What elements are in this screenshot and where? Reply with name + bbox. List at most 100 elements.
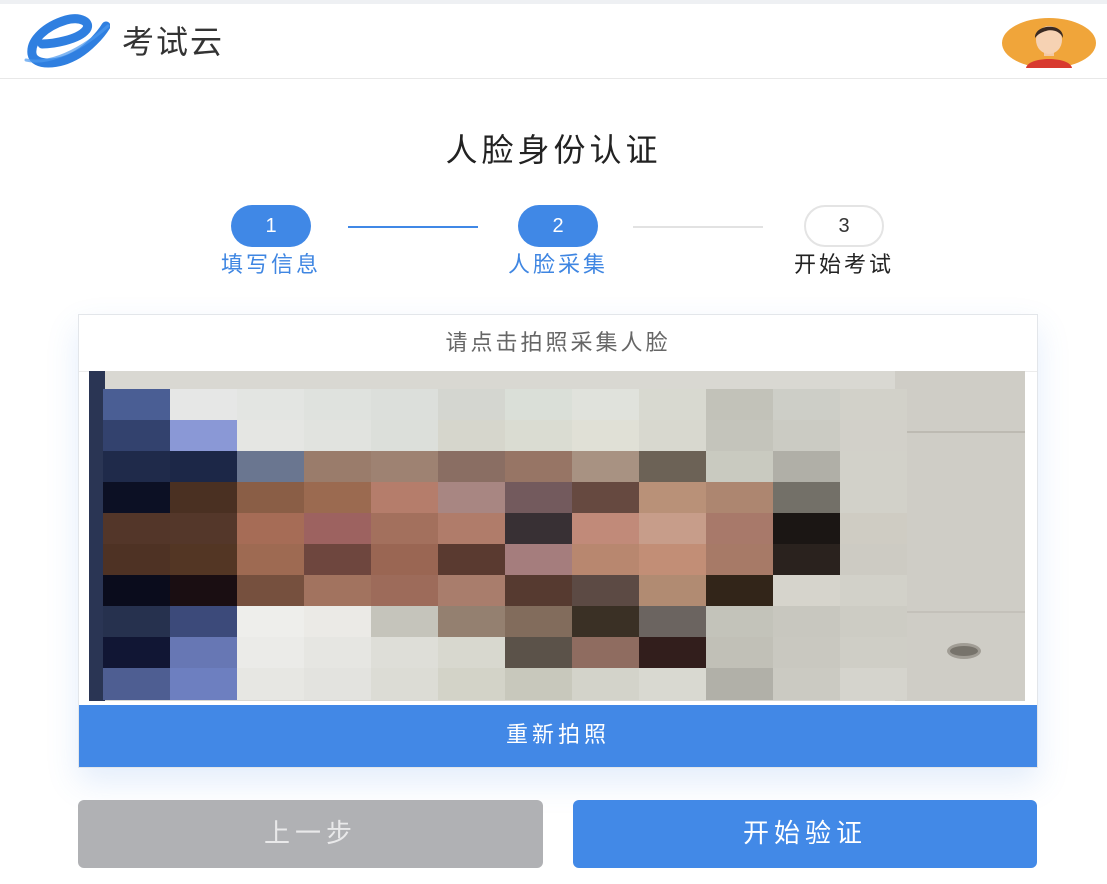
step-connector-2 (633, 226, 763, 228)
mosaic-cell (371, 482, 438, 514)
mosaic-cell (237, 482, 304, 514)
mosaic-cell (103, 451, 170, 483)
step-2-label: 人脸采集 (507, 253, 608, 278)
mosaic-cell (170, 389, 237, 421)
user-avatar-icon[interactable] (1002, 18, 1096, 68)
start-verification-button[interactable]: 开始验证 (573, 800, 1037, 868)
step-3-circle: 3 (804, 205, 884, 247)
mosaic-cell (170, 668, 237, 700)
mosaic-cell (103, 389, 170, 421)
mosaic-cell (371, 420, 438, 452)
mosaic-cell (840, 513, 907, 545)
mosaic-cell (371, 513, 438, 545)
logo-e-icon[interactable] (22, 14, 111, 68)
mosaic-cell (170, 513, 237, 545)
step-2-circle: 2 (518, 205, 598, 247)
mosaic-cell (572, 420, 639, 452)
mosaic-cell (170, 637, 237, 669)
mosaic-cell (237, 420, 304, 452)
mosaic-cell (170, 420, 237, 452)
mosaic-cell (639, 668, 706, 700)
mosaic-cell (572, 668, 639, 700)
step-1-circle: 1 (231, 205, 311, 247)
mosaic-cell (438, 420, 505, 452)
mosaic-cell (170, 606, 237, 638)
mosaic-cell (572, 606, 639, 638)
mosaic-cell (170, 451, 237, 483)
mosaic-cell (639, 451, 706, 483)
mosaic-cell (639, 575, 706, 607)
step-1-label: 填写信息 (220, 253, 321, 278)
captured-face-photo[interactable] (89, 371, 1025, 701)
mosaic-cell (505, 482, 572, 514)
mosaic-cell (773, 513, 840, 545)
mosaic-cell (304, 451, 371, 483)
mosaic-cell (706, 482, 773, 514)
mosaic-cell (237, 668, 304, 700)
mosaic-cell (237, 606, 304, 638)
mosaic-cell (304, 668, 371, 700)
mosaic-cell (840, 637, 907, 669)
mosaic-cell (505, 389, 572, 421)
mosaic-cell (840, 451, 907, 483)
mosaic-cell (304, 482, 371, 514)
mosaic-cell (505, 420, 572, 452)
mosaic-cell (840, 668, 907, 700)
mosaic-cell (505, 544, 572, 576)
mosaic-cell (103, 668, 170, 700)
mosaic-cell (103, 482, 170, 514)
mosaic-cell (371, 668, 438, 700)
mosaic-cell (505, 606, 572, 638)
mosaic-cell (840, 389, 907, 421)
step-3-label: 开始考试 (793, 253, 894, 278)
mosaic-cell (572, 575, 639, 607)
mosaic-cell (572, 637, 639, 669)
mosaic-cell (438, 513, 505, 545)
face-capture-card: 请点击拍照采集人脸 重新拍照 (78, 314, 1038, 768)
mosaic-cell (505, 637, 572, 669)
mosaic-cell (773, 606, 840, 638)
mosaic-cell (438, 606, 505, 638)
mosaic-cell (103, 637, 170, 669)
mosaic-cell (438, 575, 505, 607)
mosaic-cell (103, 420, 170, 452)
mosaic-cell (438, 389, 505, 421)
mosaic-cell (706, 606, 773, 638)
mosaic-cell (371, 389, 438, 421)
mosaic-cell (371, 544, 438, 576)
mosaic-cell (840, 606, 907, 638)
mosaic-cell (706, 513, 773, 545)
mosaic-cell (304, 575, 371, 607)
mosaic-cell (572, 389, 639, 421)
mosaic-cell (304, 606, 371, 638)
mosaic-cell (706, 420, 773, 452)
mosaic-cell (505, 513, 572, 545)
mosaic-cell (170, 482, 237, 514)
mosaic-cell (304, 389, 371, 421)
progress-stepper: 1 2 3 填写信息 人脸采集 开始考试 (0, 205, 1107, 285)
mosaic-cell (639, 389, 706, 421)
mosaic-cell (237, 513, 304, 545)
mosaic-cell (639, 606, 706, 638)
mosaic-cell (773, 451, 840, 483)
mosaic-cell (438, 637, 505, 669)
mosaic-cell (438, 668, 505, 700)
step-connector-1 (348, 226, 478, 228)
previous-step-button[interactable]: 上一步 (78, 800, 543, 868)
mosaic-cell (505, 575, 572, 607)
wall-line (895, 431, 1025, 433)
mosaic-cell (237, 389, 304, 421)
mosaic-cell (572, 513, 639, 545)
mosaic-cell (103, 544, 170, 576)
mosaic-cell (237, 544, 304, 576)
mosaic-cell (170, 544, 237, 576)
mosaic-cell (773, 668, 840, 700)
retake-photo-button[interactable]: 重新拍照 (79, 705, 1037, 767)
mosaic-cell (371, 451, 438, 483)
mosaic-cell (840, 420, 907, 452)
mosaic-cell (572, 544, 639, 576)
mosaic-cell (840, 544, 907, 576)
mosaic-cell (639, 544, 706, 576)
mosaic-cell (371, 606, 438, 638)
app-name: 考试云 (122, 23, 225, 61)
